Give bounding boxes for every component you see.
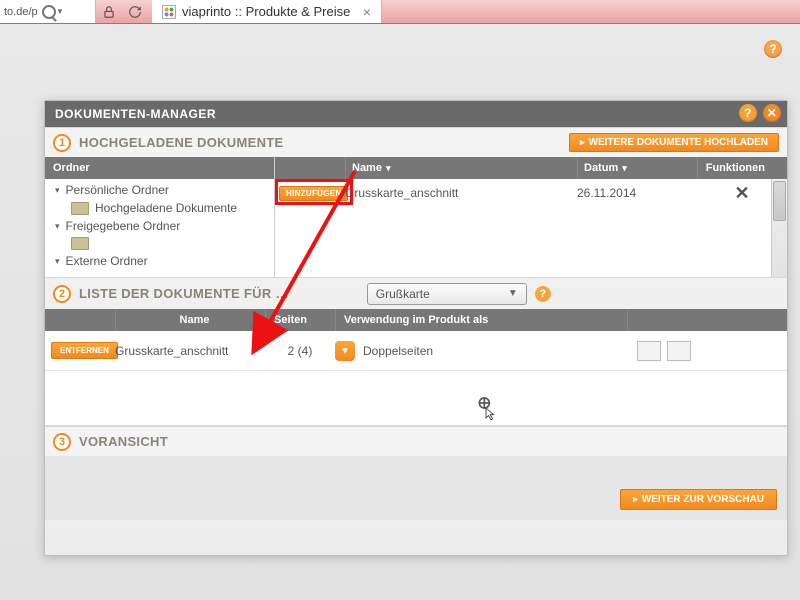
- section3-header: 3 VORANSICHT: [45, 426, 787, 456]
- document-row: ENTFERNEN Grusskarte_anschnitt 2 (4) ▾ D…: [45, 331, 787, 371]
- continue-preview-button[interactable]: WEITER ZUR VORSCHAU: [620, 489, 777, 510]
- favicon-icon: [162, 5, 176, 19]
- page-thumbnail[interactable]: [637, 341, 661, 361]
- modal-titlebar: DOKUMENTEN-MANAGER ? ✕: [45, 101, 787, 127]
- delete-file-icon[interactable]: ✕: [734, 183, 749, 204]
- folder-column-header: Ordner: [45, 157, 274, 179]
- folder-external[interactable]: ▾ Externe Ordner: [45, 252, 274, 270]
- url-fragment: to.de/p: [4, 6, 38, 18]
- s2-col-usage: Verwendung im Produkt als: [335, 309, 627, 331]
- folder-icon: [71, 237, 89, 250]
- s2-col-blank: [45, 309, 115, 331]
- step-badge-2: 2: [53, 285, 71, 303]
- search-icon: [42, 5, 56, 19]
- help-icon[interactable]: ?: [535, 286, 551, 302]
- lock-icon[interactable]: [96, 0, 122, 23]
- refresh-icon[interactable]: [122, 0, 148, 23]
- folder-uploaded[interactable]: Hochgeladene Dokumente: [45, 199, 274, 217]
- files-col-blank: [275, 157, 345, 179]
- address-bar[interactable]: to.de/p ▾: [0, 0, 96, 23]
- step-badge-1: 1: [53, 134, 71, 152]
- section1-title: HOCHGELADENE DOKUMENTE: [79, 135, 284, 150]
- product-select[interactable]: Grußkarte ▼: [367, 283, 527, 305]
- section2-header: 2 LISTE DER DOKUMENTE FÜR … Grußkarte ▼ …: [45, 277, 787, 309]
- file-row[interactable]: HINZUFÜGEN Grusskarte_anschnitt 26.11.20…: [275, 179, 787, 207]
- files-col-date[interactable]: Datum ▾: [577, 157, 697, 179]
- chevron-down-icon: ▼: [508, 288, 518, 299]
- tab-close-icon[interactable]: ×: [363, 4, 371, 20]
- page-thumbnail[interactable]: [667, 341, 691, 361]
- chevron-down-icon: ▾: [55, 221, 60, 232]
- browser-tab[interactable]: viaprinto :: Produkte & Preise ×: [152, 0, 382, 23]
- sort-arrow-icon: ▾: [386, 163, 391, 174]
- scrollbar[interactable]: [771, 179, 787, 277]
- chevron-down-icon: ▾: [55, 256, 60, 267]
- add-button[interactable]: HINZUFÜGEN: [279, 186, 348, 201]
- document-manager-modal: DOKUMENTEN-MANAGER ? ✕ 1 HOCHGELADENE DO…: [44, 100, 788, 556]
- remove-button[interactable]: ENTFERNEN: [51, 342, 118, 359]
- folder-personal[interactable]: ▾ Persönliche Ordner: [45, 181, 274, 199]
- upload-button[interactable]: WEITERE DOKUMENTE HOCHLADEN: [569, 133, 779, 152]
- sort-arrow-icon: ▾: [622, 163, 627, 174]
- section3-title: VORANSICHT: [79, 434, 168, 449]
- folder-tree: Ordner ▾ Persönliche Ordner Hochgeladene…: [45, 157, 275, 277]
- section2-title: LISTE DER DOKUMENTE FÜR …: [79, 286, 289, 301]
- files-area: Name ▾ Datum ▾ Funktionen HINZUFÜGEN Gru…: [275, 157, 787, 277]
- step-badge-3: 3: [53, 433, 71, 451]
- browser-chrome: to.de/p ▾ viaprinto :: Produkte & Preise…: [0, 0, 800, 24]
- modal-close-icon[interactable]: ✕: [763, 104, 781, 122]
- tab-title: viaprinto :: Produkte & Preise: [182, 4, 350, 19]
- page-help-icon[interactable]: ?: [764, 40, 782, 58]
- s2-col-pages: Seiten: [265, 309, 335, 331]
- folder-shared-icon-row[interactable]: [45, 235, 274, 252]
- folder-shared[interactable]: ▾ Freigegebene Ordner: [45, 217, 274, 235]
- folder-icon: [71, 202, 89, 215]
- modal-title: DOKUMENTEN-MANAGER: [55, 107, 216, 121]
- preview-area: WEITER ZUR VORSCHAU: [45, 456, 787, 520]
- document-name: Grusskarte_anschnitt: [115, 344, 265, 358]
- section1-header: 1 HOCHGELADENE DOKUMENTE WEITERE DOKUMEN…: [45, 127, 787, 157]
- document-pages: 2 (4): [265, 344, 335, 358]
- usage-dropdown[interactable]: ▾: [335, 341, 355, 361]
- chevron-down-icon: ▾: [55, 185, 60, 196]
- files-col-functions: Funktionen: [697, 157, 787, 179]
- s2-col-thumbs: [627, 309, 787, 331]
- chevron-down-icon: ▾: [342, 344, 348, 357]
- file-name: Grusskarte_anschnitt: [345, 186, 577, 200]
- page-thumbnails: [627, 341, 787, 361]
- file-date: 26.11.2014: [577, 186, 697, 200]
- modal-help-icon[interactable]: ?: [739, 104, 757, 122]
- files-col-name[interactable]: Name ▾: [345, 157, 577, 179]
- scrollbar-thumb[interactable]: [773, 181, 786, 221]
- usage-label: Doppelseiten: [363, 344, 433, 358]
- s2-col-name: Name: [115, 309, 265, 331]
- chevron-down-icon: ▾: [58, 6, 63, 17]
